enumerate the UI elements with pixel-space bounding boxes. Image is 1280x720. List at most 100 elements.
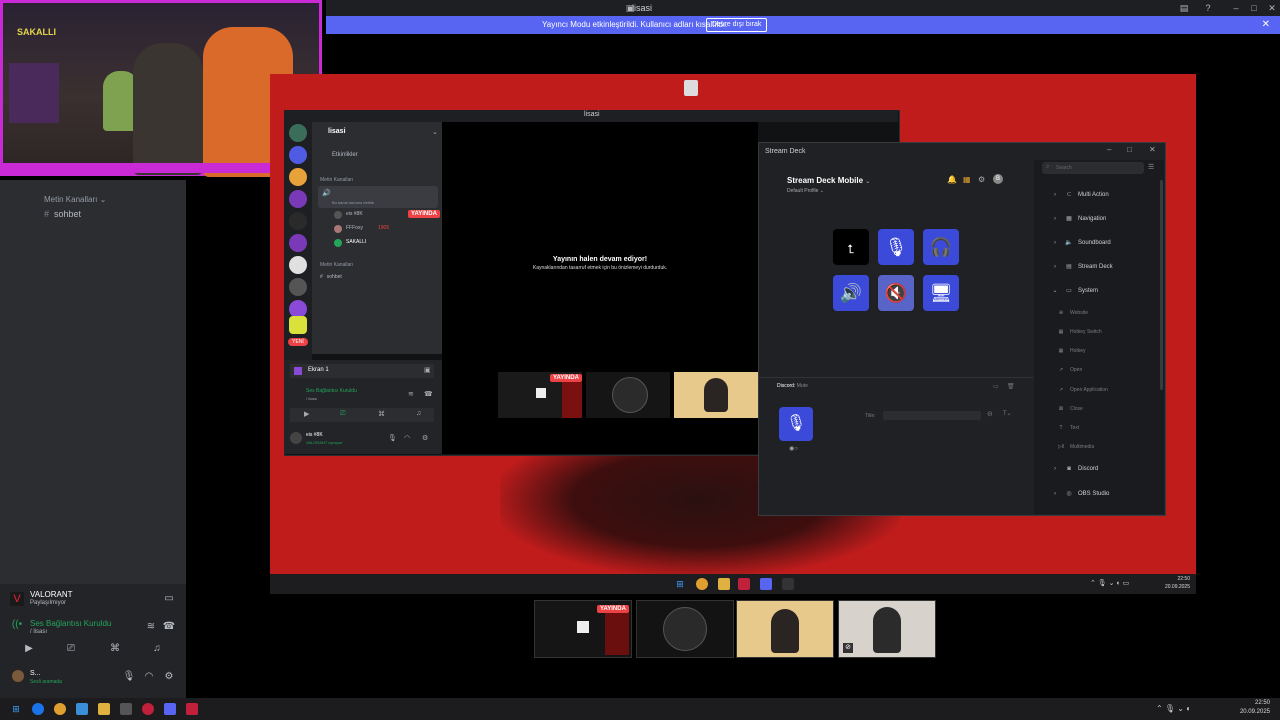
settings-gear-icon[interactable]: ⚙ [162, 670, 176, 684]
action-website[interactable]: ⊕ Website [1056, 310, 1088, 316]
category-system[interactable]: ⌄ ▭ System [1050, 287, 1098, 294]
minimize-icon[interactable]: – [1107, 145, 1111, 154]
text-category[interactable]: Metin Kanalları ⌄ [44, 195, 106, 204]
scrollbar[interactable] [1160, 180, 1163, 390]
events-item[interactable]: Etkinlikler [332, 152, 358, 158]
thumb-participant[interactable] [636, 600, 734, 658]
app-icon[interactable] [76, 703, 88, 715]
selected-action-preview[interactable]: 🎙 [779, 407, 813, 441]
deck-profile-sub[interactable]: Default Profile ⌄ [787, 188, 824, 194]
system-tray-icons[interactable]: ⌃ 🎙 ⌄ ◐ ▭ [1090, 579, 1129, 587]
deck-key-headphones[interactable]: 🎧 [923, 229, 959, 265]
action-open-application[interactable]: ↗ Open Application [1056, 387, 1108, 393]
guild-icon[interactable] [289, 168, 307, 186]
bell-icon[interactable]: 🔔 [947, 175, 957, 184]
chrome-icon[interactable] [54, 703, 66, 715]
help-icon[interactable]: ? [1202, 2, 1214, 14]
close-icon[interactable]: ✕ [1149, 145, 1156, 154]
microphone-icon[interactable]: 🎙 [122, 670, 136, 684]
category-obs-studio[interactable]: › ◎ OBS Studio [1050, 490, 1109, 497]
title-options-icon[interactable]: ⊖ [987, 410, 993, 418]
noise-icon[interactable]: ≋ [408, 390, 414, 398]
list-view-icon[interactable]: ☰ [1148, 163, 1154, 171]
plugins-icon[interactable]: ▦ [963, 175, 971, 184]
inner-text-category-2[interactable]: Metin Kanalları [320, 262, 353, 268]
search-input[interactable]: ⌕ Search [1042, 162, 1144, 174]
deck-key-back[interactable]: ⮤ [833, 229, 869, 265]
system-tray-icons[interactable]: ⌃ 🎙 ⌄ ◐ [1156, 704, 1191, 713]
deck-profile-name[interactable]: Stream Deck Mobile ⌄ [787, 176, 870, 185]
voice-status[interactable]: Ses Bağlantısı Kuruldu [30, 619, 111, 628]
microphone-icon[interactable]: 🎙 [388, 434, 397, 442]
member-row[interactable]: FFFoxy 1905 [334, 224, 438, 234]
activity-icon[interactable]: ⌘ [378, 410, 385, 418]
stream-deck-icon[interactable] [782, 578, 794, 590]
maximize-icon[interactable]: □ [1127, 145, 1132, 154]
category-multi-action[interactable]: › ⊂ Multi Action [1050, 191, 1109, 198]
guild-icon[interactable] [289, 212, 307, 230]
deck-key-volume[interactable]: 🔊 [833, 275, 869, 311]
settings-gear-icon[interactable]: ⚙ [422, 434, 428, 442]
opera-icon[interactable] [142, 703, 154, 715]
chevron-down-icon[interactable]: ⌄ [432, 128, 438, 136]
action-hotkey-switch[interactable]: ▦ Hotkey Switch [1056, 329, 1102, 335]
popout-icon[interactable]: ▣ [424, 366, 431, 374]
soundboard-icon[interactable]: ♫ [150, 642, 164, 656]
thumb-participant[interactable]: ⊘ [838, 600, 936, 658]
thumb-participant-speaking[interactable] [736, 600, 834, 658]
participant-tile[interactable] [586, 372, 670, 418]
inbox-icon[interactable]: ▤ [1178, 2, 1190, 14]
inner-voice-status[interactable]: Ses Bağlantısı Kuruldu [306, 388, 357, 394]
banner-close-icon[interactable]: ✕ [1262, 19, 1270, 30]
guild-icon[interactable] [289, 256, 307, 274]
participant-tile[interactable]: YAYINDA [498, 372, 582, 418]
avatar[interactable] [12, 670, 24, 682]
guild-icon[interactable] [289, 146, 307, 164]
maximize-icon[interactable]: □ [1248, 2, 1260, 14]
trash-icon[interactable]: 🗑 [1007, 383, 1015, 390]
member-row[interactable]: eis #8K YAYINDA [334, 210, 440, 220]
guild-icon[interactable] [289, 316, 307, 334]
settings-gear-icon[interactable]: ⚙ [978, 175, 985, 184]
category-soundboard[interactable]: › 🔈 Soundboard [1050, 239, 1111, 246]
action-close[interactable]: ⊠ Close [1056, 406, 1083, 412]
discord-icon[interactable] [164, 703, 176, 715]
headphones-icon[interactable]: ◠ [404, 434, 410, 442]
app-icon[interactable] [738, 578, 750, 590]
avatar[interactable] [290, 432, 302, 444]
participant-tile-speaking[interactable] [674, 372, 758, 418]
minimize-icon[interactable]: – [1230, 2, 1242, 14]
active-voice-channel[interactable]: 🔊 Bu kanal durumu belirle [318, 186, 438, 208]
share-screen-icon[interactable]: ⎚ [340, 410, 346, 418]
headphones-icon[interactable]: ◠ [142, 670, 156, 684]
text-format-icon[interactable]: T⌄ [1003, 410, 1012, 417]
valorant-icon[interactable] [186, 703, 198, 715]
screen-share-icon[interactable]: ▭ [162, 592, 176, 606]
folder-icon[interactable] [98, 703, 110, 715]
inner-channel-sohbet[interactable]: # sohbet [320, 274, 342, 280]
edge-icon[interactable] [32, 703, 44, 715]
chrome-icon[interactable] [696, 578, 708, 590]
title-input[interactable] [883, 411, 981, 420]
category-navigation[interactable]: › ▦ Navigation [1050, 215, 1106, 222]
guild-icon[interactable] [289, 234, 307, 252]
windows-start-icon[interactable]: ⊞ [10, 703, 22, 715]
guild-icon[interactable] [289, 190, 307, 208]
member-row[interactable]: SAKALLI [334, 238, 438, 248]
screen-share-row[interactable]: Ekran 1 ▣ [290, 364, 434, 378]
soundboard-icon[interactable]: ♫ [416, 410, 421, 417]
windows-start-icon[interactable]: ⊞ [674, 578, 686, 590]
action-open[interactable]: ↗ Open [1056, 367, 1082, 373]
guild-icon[interactable] [289, 124, 307, 142]
folder-icon[interactable] [718, 578, 730, 590]
camera-icon[interactable]: ▶ [304, 410, 309, 418]
activity-icon[interactable]: ⌘ [108, 642, 122, 656]
category-stream-deck[interactable]: › ▤ Stream Deck [1050, 263, 1113, 270]
guild-icon[interactable] [289, 278, 307, 296]
thumb-screen-share[interactable]: YAYINDA [534, 600, 632, 658]
deck-key-screen[interactable]: 🖥 [923, 275, 959, 311]
disable-streamer-mode-button[interactable]: Devre dışı bırak [706, 18, 768, 32]
settings-app-icon[interactable] [120, 703, 132, 715]
inner-text-category[interactable]: Metin Kanalları [320, 177, 353, 183]
action-multimedia[interactable]: ▷‖ Multimedia [1056, 444, 1094, 450]
